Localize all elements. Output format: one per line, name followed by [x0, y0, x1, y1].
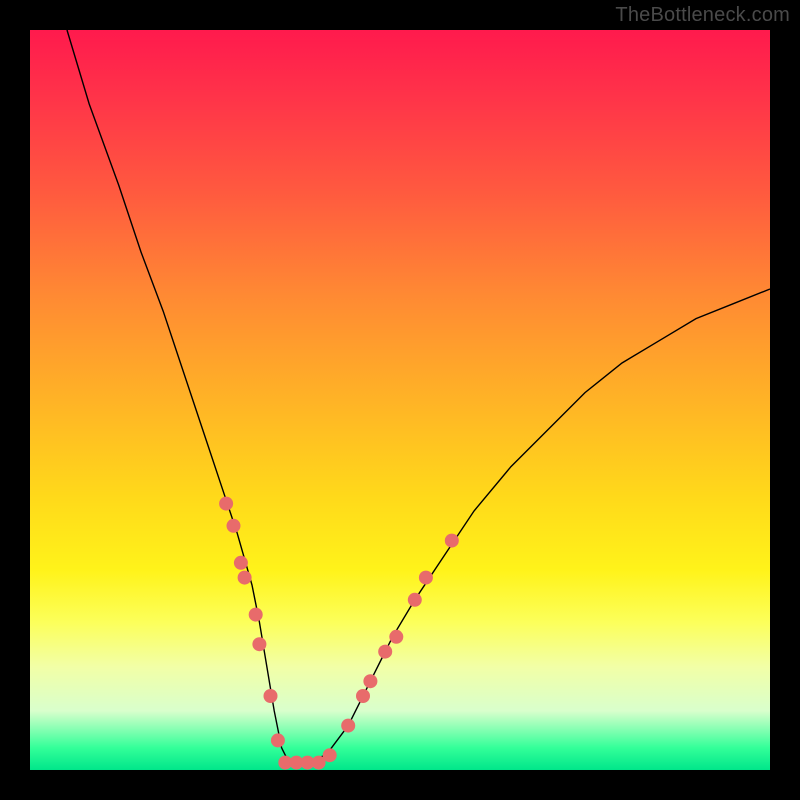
curve-marker — [271, 733, 285, 747]
curve-markers — [219, 497, 459, 770]
curve-marker — [234, 556, 248, 570]
curve-marker — [323, 748, 337, 762]
curve-marker — [408, 593, 422, 607]
curve-marker — [219, 497, 233, 511]
curve-marker — [238, 571, 252, 585]
curve-marker — [419, 571, 433, 585]
chart-overlay — [30, 30, 770, 770]
curve-marker — [249, 608, 263, 622]
curve-marker — [378, 645, 392, 659]
curve-marker — [356, 689, 370, 703]
curve-marker — [227, 519, 241, 533]
curve-marker — [264, 689, 278, 703]
curve-marker — [445, 534, 459, 548]
bottleneck-curve — [67, 30, 770, 763]
chart-frame: TheBottleneck.com — [0, 0, 800, 800]
watermark-label: TheBottleneck.com — [615, 4, 790, 27]
curve-marker — [363, 674, 377, 688]
curve-marker — [389, 630, 403, 644]
curve-marker — [341, 719, 355, 733]
curve-marker — [252, 637, 266, 651]
